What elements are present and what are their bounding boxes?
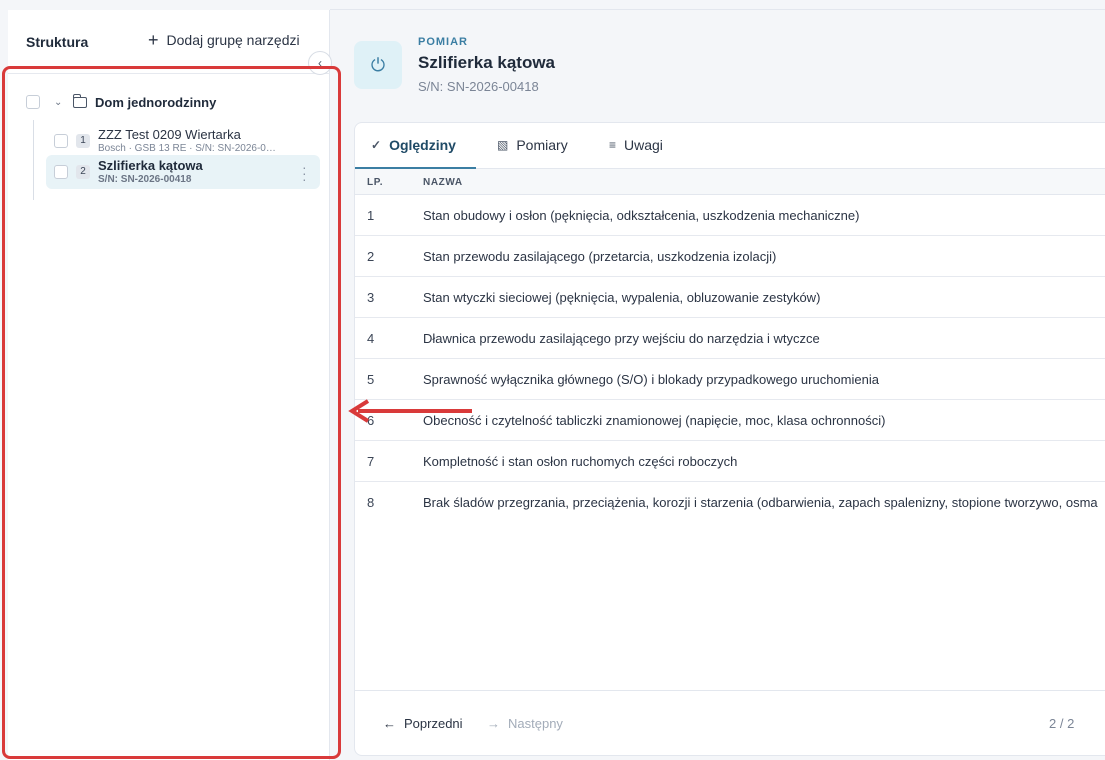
tab-bar: ✓ Oględziny ▧ Pomiary ≡ Uwagi	[355, 123, 1105, 169]
item-number-badge: 1	[76, 134, 90, 148]
column-header-lp: LP.	[367, 177, 384, 188]
plus-icon: +	[148, 30, 159, 50]
tab-uwagi[interactable]: ≡ Uwagi	[609, 137, 663, 153]
lines-icon: ≡	[609, 138, 617, 152]
tree-item-selected[interactable]: 2 Szlifierka kątowa S/N: SN-2026-00418 ·…	[46, 155, 320, 189]
add-group-label: Dodaj grupę narzędzi	[166, 32, 300, 48]
item-name: Szlifierka kątowa	[98, 158, 203, 173]
card-footer: ← Poprzedni → Następny 2 / 2	[355, 690, 1105, 755]
column-header-nazwa: NAZWA	[423, 177, 463, 188]
item-checkbox[interactable]	[54, 134, 68, 148]
table-row[interactable]: 2 Stan przewodu zasilającego (przetarcia…	[355, 236, 1105, 277]
check-circle-icon: ✓	[371, 138, 382, 152]
table-row[interactable]: 8 Brak śladów przegrzania, przeciążenia,…	[355, 482, 1105, 523]
content-card: ✓ Oględziny ▧ Pomiary ≡ Uwagi LP. NAZWA …	[354, 122, 1105, 756]
row-lp: 2	[367, 249, 375, 264]
chart-icon: ▧	[497, 138, 509, 152]
row-name: Obecność i czytelność tabliczki znamiono…	[423, 413, 886, 428]
table-row[interactable]: 4 Dławnica przewodu zasilającego przy we…	[355, 318, 1105, 359]
tab-label: Uwagi	[624, 137, 663, 153]
chevron-left-icon: ‹	[318, 56, 322, 70]
row-lp: 3	[367, 290, 375, 305]
tab-label: Pomiary	[516, 137, 568, 153]
annotation-arrow	[348, 399, 472, 423]
row-lp: 5	[367, 372, 375, 387]
app: Struktura + Dodaj grupę narzędzi ⌄ Dom j…	[0, 0, 1105, 760]
arrow-right-icon: →	[487, 716, 500, 731]
table-row[interactable]: 5 Sprawność wyłącznika głównego (S/O) i …	[355, 359, 1105, 400]
page-title: Szlifierka kątowa	[418, 53, 556, 72]
chevron-down-icon[interactable]: ⌄	[54, 97, 64, 108]
add-group-button[interactable]: + Dodaj grupę narzędzi	[148, 30, 300, 50]
item-number-badge: 2	[76, 165, 90, 179]
item-subtitle: S/N: SN-2026-00418	[98, 174, 192, 185]
top-strip	[330, 0, 1105, 10]
row-name: Stan obudowy i osłon (pęknięcia, odkszta…	[423, 208, 860, 223]
row-lp: 8	[367, 495, 375, 510]
item-subtitle: Bosch · GSB 13 RE · S/N: SN-2026-0…	[98, 143, 276, 154]
group-label: Dom jednorodzinny	[95, 94, 217, 110]
table-row[interactable]: 3 Stan wtyczki sieciowej (pęknięcia, wyp…	[355, 277, 1105, 318]
sidebar: Struktura + Dodaj grupę narzędzi ⌄ Dom j…	[8, 10, 330, 760]
page-indicator: 2 / 2	[1049, 716, 1075, 731]
tree-group-node[interactable]: ⌄ Dom jednorodzinny	[26, 92, 216, 112]
more-vertical-icon[interactable]: · · ·	[302, 160, 307, 186]
next-label: Następny	[508, 716, 563, 731]
group-checkbox[interactable]	[26, 95, 40, 109]
tree-item[interactable]: 1 ZZZ Test 0209 Wiertarka Bosch · GSB 13…	[46, 124, 320, 158]
tab-pomiary[interactable]: ▧ Pomiary	[497, 137, 568, 153]
collapse-sidebar-button[interactable]: ‹	[308, 51, 332, 75]
row-name: Dławnica przewodu zasilającego przy wejś…	[423, 331, 820, 346]
table-header: LP. NAZWA	[355, 169, 1105, 195]
row-name: Stan wtyczki sieciowej (pęknięcia, wypal…	[423, 290, 821, 305]
power-icon: ⏻	[354, 41, 402, 89]
row-lp: 4	[367, 331, 375, 346]
row-lp: 1	[367, 208, 375, 223]
previous-label: Poprzedni	[404, 716, 463, 731]
tab-ogledziny[interactable]: ✓ Oględziny	[371, 137, 456, 153]
previous-button[interactable]: ← Poprzedni	[383, 716, 463, 731]
row-name: Sprawność wyłącznika głównego (S/O) i bl…	[423, 372, 879, 387]
next-button[interactable]: → Następny	[487, 716, 563, 731]
item-name: ZZZ Test 0209 Wiertarka	[98, 127, 241, 142]
tab-label: Oględziny	[389, 137, 456, 153]
table-row[interactable]: 7 Kompletność i stan osłon ruchomych czę…	[355, 441, 1105, 482]
serial-number: S/N: SN-2026-00418	[418, 79, 539, 94]
arrow-left-icon: ←	[383, 716, 396, 731]
row-lp: 7	[367, 454, 375, 469]
item-checkbox[interactable]	[54, 165, 68, 179]
folder-icon	[72, 93, 87, 108]
table-row[interactable]: 1 Stan obudowy i osłon (pęknięcia, odksz…	[355, 195, 1105, 236]
row-name: Kompletność i stan osłon ruchomych częśc…	[423, 454, 738, 469]
sidebar-title: Struktura	[26, 34, 89, 50]
row-name: Brak śladów przegrzania, przeciążenia, k…	[423, 495, 1098, 510]
row-name: Stan przewodu zasilającego (przetarcia, …	[423, 249, 777, 264]
tree-connector-line	[33, 120, 34, 200]
header-kicker: POMIAR	[418, 36, 468, 48]
sidebar-header: Struktura + Dodaj grupę narzędzi	[8, 10, 330, 74]
